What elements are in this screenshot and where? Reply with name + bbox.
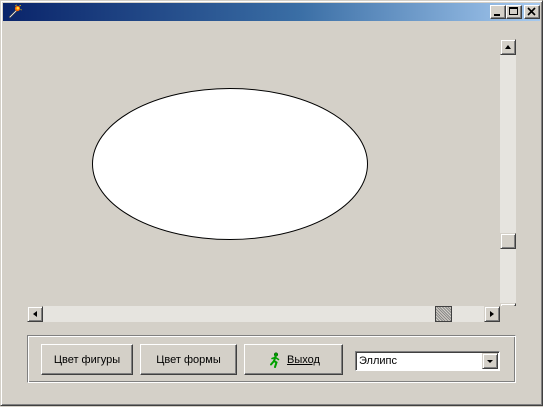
close-icon xyxy=(527,7,536,16)
form-color-label: Цвет формы xyxy=(156,353,221,366)
shape-color-label: Цвет фигуры xyxy=(53,353,121,366)
shape-select-value: Эллипс xyxy=(359,355,397,367)
close-button[interactable] xyxy=(524,5,540,19)
shape-select[interactable]: Эллипс xyxy=(355,351,500,371)
minimize-icon xyxy=(494,14,500,16)
arrow-right-icon xyxy=(490,311,494,317)
scroll-corner xyxy=(500,306,516,322)
vertical-scroll-thumb[interactable] xyxy=(500,233,516,249)
maximize-icon xyxy=(509,7,518,15)
scroll-right-button[interactable] xyxy=(484,306,500,322)
chevron-down-icon xyxy=(487,360,493,363)
arrow-up-icon xyxy=(505,45,511,49)
maximize-button[interactable] xyxy=(506,5,522,19)
title-bar[interactable] xyxy=(3,3,540,21)
scroll-up-button[interactable] xyxy=(500,39,516,55)
vertical-scrollbar[interactable] xyxy=(500,39,516,319)
horizontal-scrollbar[interactable] xyxy=(27,306,500,322)
shape-select-dropdown-button[interactable] xyxy=(482,353,498,369)
app-torch-icon[interactable] xyxy=(6,4,22,20)
shape-color-button[interactable]: Цвет фигуры xyxy=(41,344,133,375)
scroll-left-button[interactable] xyxy=(27,306,43,322)
arrow-left-icon xyxy=(33,311,37,317)
minimize-button[interactable] xyxy=(490,5,506,19)
horizontal-scroll-thumb[interactable] xyxy=(435,306,452,322)
ellipse-shape xyxy=(92,88,368,240)
form-color-button[interactable]: Цвет формы xyxy=(140,344,237,375)
running-man-icon xyxy=(270,351,280,368)
main-window: Цвет фигуры Цвет формы Выход Эллипс xyxy=(0,0,543,406)
exit-button[interactable]: Выход xyxy=(244,344,343,375)
exit-label: Выход xyxy=(287,353,320,366)
